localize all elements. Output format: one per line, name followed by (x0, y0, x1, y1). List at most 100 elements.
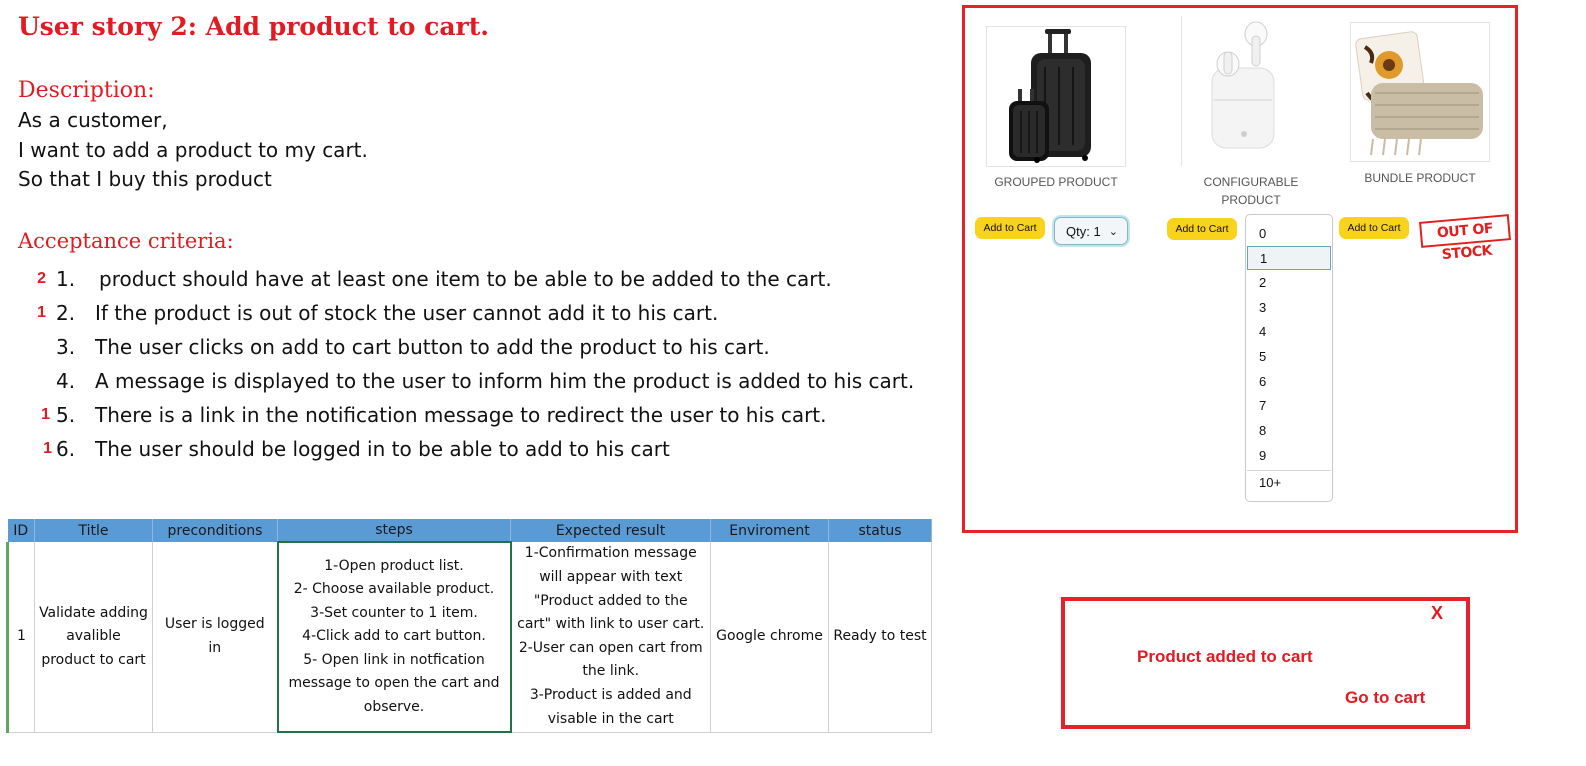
column-header: status (828, 519, 932, 542)
criteria-number: 2. (56, 301, 76, 325)
criteria-text: A message is displayed to the user to in… (95, 369, 915, 393)
option-label: 5 (1259, 349, 1267, 364)
dropdown-option[interactable]: 7 (1247, 394, 1331, 418)
dropdown-option[interactable]: 3 (1247, 296, 1331, 320)
cell-environment[interactable]: Google chrome (710, 542, 829, 733)
criteria-number: 5. (56, 403, 76, 427)
notification-message: Product added to cart (1137, 647, 1313, 666)
close-button[interactable]: X (1431, 603, 1443, 624)
column-header: ID (7, 519, 35, 542)
criteria-item: 4. A message is displayed to the user to… (0, 369, 940, 399)
column-header: Enviroment (710, 519, 829, 542)
product-label: CONFIGURABLE PRODUCT (1181, 173, 1321, 209)
table-row: 1 Validate adding avalible product to ca… (6, 541, 932, 733)
option-label: 6 (1259, 374, 1267, 389)
description-heading: Description: (18, 78, 155, 103)
product-mockup-frame: GROUPED PRODUCT CONFIGURABLE PRODUCT BUN… (962, 5, 1518, 533)
cell-id[interactable]: 1 (6, 542, 35, 733)
cell-text: "Product added to the (533, 592, 688, 609)
test-case-table: ID Title preconditions steps Expected re… (6, 519, 932, 733)
go-to-cart-link[interactable]: Go to cart (1345, 688, 1425, 708)
dropdown-option[interactable]: 10+ (1247, 470, 1331, 494)
dropdown-option[interactable]: 9 (1247, 444, 1331, 468)
add-to-cart-button[interactable]: Add to Cart (975, 217, 1045, 239)
dropdown-option[interactable]: 4 (1247, 320, 1331, 344)
criteria-text: If the product is out of stock the user … (95, 301, 719, 325)
add-to-cart-button[interactable]: Add to Cart (1167, 218, 1237, 240)
dropdown-option[interactable]: 6 (1247, 370, 1331, 394)
cell-text: observe. (363, 698, 425, 715)
cell-text: 3-Product is added and (529, 686, 692, 703)
product-label: GROUPED PRODUCT (986, 173, 1126, 191)
dropdown-option[interactable]: 2 (1247, 271, 1331, 295)
product-label-text: PRODUCT (1221, 193, 1281, 207)
out-of-stock-stamp: OUT OF STOCK (1419, 214, 1511, 263)
column-header: steps (277, 519, 511, 542)
cell-text: Validate adding (39, 604, 148, 621)
quantity-select[interactable]: Qty: 1 ⌄ (1054, 217, 1128, 245)
cell-text: message to open the cart and (288, 675, 500, 692)
product-label-text: CONFIGURABLE (1203, 175, 1299, 189)
quantity-dropdown[interactable]: 0 1 2 3 4 5 6 7 8 9 10+ (1245, 214, 1333, 502)
cell-text: 3-Set counter to 1 item. (310, 604, 478, 621)
option-label: 2 (1259, 275, 1267, 290)
table-header-row: ID Title preconditions steps Expected re… (7, 519, 932, 542)
criteria-item: 3. The user clicks on add to cart button… (0, 335, 940, 365)
option-label: 10+ (1259, 475, 1282, 490)
option-label: 0 (1259, 226, 1267, 241)
criteria-number: 3. (56, 335, 76, 359)
cell-text: the link. (582, 663, 640, 680)
column-header: preconditions (152, 519, 278, 542)
option-label: 3 (1259, 300, 1267, 315)
product-label-text: GROUPED PRODUCT (994, 175, 1118, 189)
criteria-item: 2 1. product should have at least one it… (0, 267, 940, 297)
cell-expected-result[interactable]: 1-Confirmation message will appear with … (510, 542, 711, 733)
cell-text: avalible (66, 628, 121, 644)
option-label: 9 (1259, 448, 1267, 463)
story-title: User story 2: Add product to cart. (18, 12, 489, 41)
cell-text: product to cart (41, 651, 146, 668)
description-line: As a customer, (18, 108, 168, 132)
chevron-down-icon: ⌄ (1108, 226, 1118, 238)
description-line: I want to add a product to my cart. (18, 138, 368, 162)
dropdown-option[interactable]: 8 (1247, 419, 1331, 443)
cell-text: 1-Confirmation message (524, 545, 697, 562)
cell-title[interactable]: Validate adding avalible product to cart (34, 542, 153, 733)
priority-mark: 2 (37, 270, 46, 287)
product-label-text: BUNDLE PRODUCT (1364, 171, 1476, 185)
criteria-number: 1. (56, 267, 76, 291)
criteria-text: The user should be logged in to be able … (95, 437, 670, 461)
option-label: 1 (1260, 251, 1268, 266)
criteria-item: 1 6. The user should be logged in to be … (0, 437, 940, 467)
criteria-number: 6. (56, 437, 76, 461)
cell-text: 2- Choose available product. (293, 581, 495, 598)
option-label: 4 (1259, 324, 1267, 339)
criteria-item: 1 5. There is a link in the notification… (0, 403, 940, 433)
criteria-heading: Acceptance criteria: (18, 229, 234, 253)
criteria-number: 4. (56, 369, 76, 393)
dropdown-option[interactable]: 0 (1247, 222, 1331, 246)
cell-text: will appear with text (539, 568, 683, 585)
column-header: Title (34, 519, 153, 542)
cell-text: 1-Open product list. (324, 557, 464, 574)
add-to-cart-button[interactable]: Add to Cart (1339, 217, 1409, 239)
column-header: Expected result (510, 519, 711, 542)
criteria-text: product should have at least one item to… (99, 267, 832, 291)
criteria-text: There is a link in the notification mess… (95, 403, 827, 427)
luggage-icon[interactable] (986, 26, 1126, 167)
dropdown-option[interactable]: 5 (1247, 345, 1331, 369)
description-line: So that I buy this product (18, 167, 272, 191)
earbuds-icon[interactable] (1181, 16, 1321, 166)
priority-mark: 1 (41, 406, 50, 423)
cell-preconditions[interactable]: User is logged in (152, 542, 278, 733)
cell-steps[interactable]: 1-Open product list. 2- Choose available… (276, 541, 512, 733)
criteria-text: The user clicks on add to cart button to… (95, 335, 770, 359)
priority-mark: 1 (43, 440, 52, 457)
pillow-blanket-icon[interactable] (1350, 22, 1490, 162)
cell-status[interactable]: Ready to test (828, 542, 932, 733)
cell-text: cart" with link to user cart. (517, 616, 705, 633)
option-label: 8 (1259, 423, 1267, 438)
cell-text: 5- Open link in notfication (303, 651, 485, 668)
dropdown-option[interactable]: 1 (1247, 246, 1331, 270)
cell-text: 4-Click add to cart button. (302, 628, 486, 645)
